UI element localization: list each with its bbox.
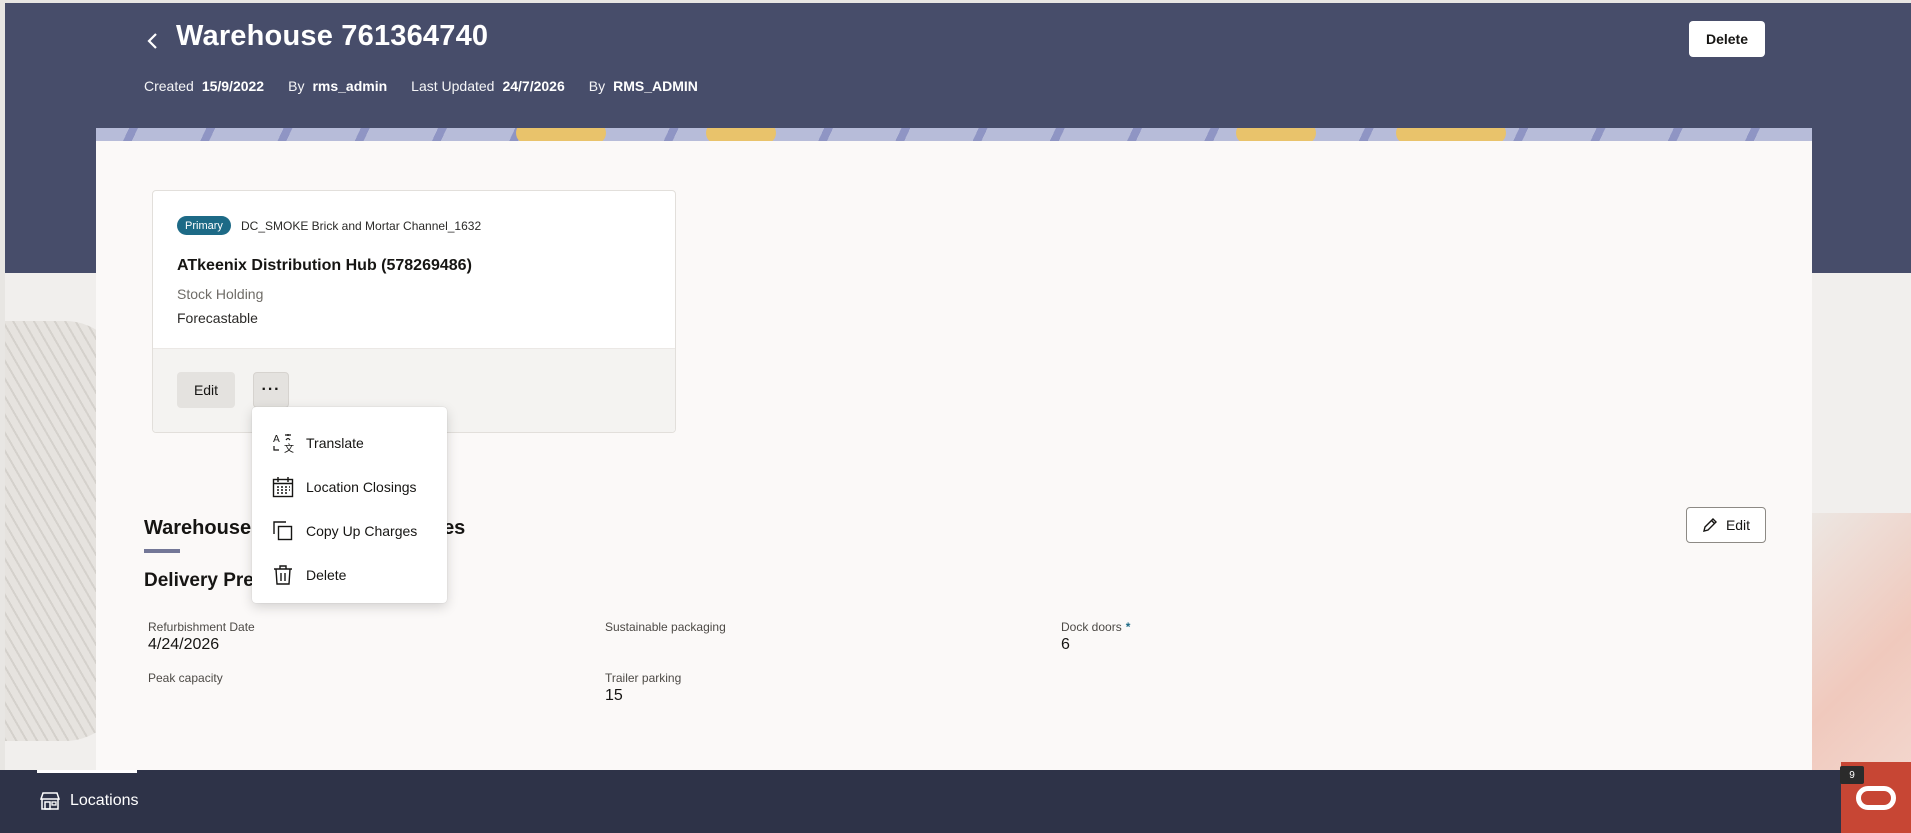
field-dock-doors: Dock doors * 6 — [1061, 620, 1130, 654]
active-tab-indicator — [37, 770, 137, 773]
tab-locations-label: Locations — [70, 792, 139, 809]
section-edit-label: Edit — [1725, 517, 1751, 533]
field-value: 4/24/2026 — [148, 636, 220, 653]
subsection-title: Delivery Pre — [144, 570, 254, 591]
menu-item-label: Delete — [306, 567, 347, 583]
location-name: ATkeenix Distribution Hub (578269486) — [177, 257, 472, 274]
calendar-icon — [272, 476, 294, 498]
created-by-label: By — [288, 78, 305, 94]
store-icon — [40, 792, 60, 810]
field-label: Dock doors * — [1061, 620, 1130, 634]
delete-button[interactable]: Delete — [1689, 21, 1765, 57]
location-type: Stock Holding — [177, 286, 264, 302]
copy-icon — [272, 520, 294, 542]
field-trailer-parking: Trailer parking 15 — [605, 671, 681, 705]
menu-item-label: Location Closings — [306, 479, 417, 495]
menu-item-label: Translate — [306, 435, 364, 451]
trash-icon — [272, 564, 294, 586]
updated-value: 24/7/2026 — [502, 78, 565, 94]
translate-icon: A 文 — [272, 432, 294, 454]
field-peak-capacity: Peak capacity — [148, 671, 223, 687]
forecast-flag: Forecastable — [177, 310, 258, 326]
updated-by-label: By — [588, 78, 606, 94]
tab-locations[interactable]: Locations — [40, 792, 139, 810]
menu-item-delete[interactable]: Delete — [252, 553, 447, 597]
created-by-value: rms_admin — [312, 78, 388, 94]
updated-label: Last Updated — [411, 78, 495, 94]
section-underline — [144, 549, 180, 553]
banner-blob — [1236, 128, 1316, 141]
decorative-texture-right — [1801, 513, 1911, 773]
menu-item-translate[interactable]: A 文 Translate — [252, 421, 447, 465]
field-refurbishment-date: Refurbishment Date 4/24/2026 — [148, 620, 255, 654]
required-indicator: * — [1125, 620, 1131, 634]
field-value: 6 — [1061, 636, 1070, 653]
back-button[interactable] — [140, 26, 166, 56]
banner-blob — [1396, 128, 1506, 141]
pencil-icon — [1702, 518, 1717, 532]
menu-item-label: Copy Up Charges — [306, 523, 418, 539]
actions-menu: A 文 Translate Location Closings Copy Up … — [252, 407, 447, 603]
decorative-banner — [96, 128, 1812, 141]
location-card: Primary DC_SMOKE Brick and Mortar Channe… — [152, 190, 676, 433]
page-title: Warehouse 761364740 — [176, 20, 489, 52]
field-value: 15 — [605, 687, 623, 704]
primary-badge: Primary — [177, 216, 231, 235]
field-label: Refurbishment Date — [148, 620, 255, 634]
banner-blob — [516, 128, 606, 141]
field-label-text: Dock doors — [1061, 620, 1122, 634]
field-label: Trailer parking — [605, 671, 682, 685]
section-title-head: Warehouse — [144, 517, 252, 539]
chevron-left-icon — [147, 33, 157, 49]
updated-by-value: RMS_ADMIN — [613, 78, 698, 94]
card-edit-button[interactable]: Edit — [177, 372, 235, 408]
svg-text:A: A — [273, 434, 280, 445]
field-sustainable-packaging: Sustainable packaging — [605, 620, 726, 636]
notification-count-badge: 9 — [1840, 766, 1864, 784]
banner-blob — [706, 128, 776, 141]
oracle-logo-icon — [1856, 785, 1896, 810]
bottom-navigation-bar: Locations — [0, 770, 1911, 833]
more-actions-button[interactable]: ··· — [253, 372, 289, 408]
record-meta: Created 15/9/2022 By rms_admin Last Upda… — [144, 78, 714, 94]
section-edit-button[interactable]: Edit — [1686, 507, 1766, 543]
field-label: Peak capacity — [148, 671, 223, 685]
menu-item-copy-up-charges[interactable]: Copy Up Charges — [252, 509, 447, 553]
channel-label: DC_SMOKE Brick and Mortar Channel_1632 — [241, 219, 482, 233]
ellipsis-icon: ··· — [261, 381, 281, 398]
created-label: Created — [144, 78, 194, 94]
field-label: Sustainable packaging — [605, 620, 726, 634]
svg-text:文: 文 — [284, 442, 294, 454]
menu-item-location-closings[interactable]: Location Closings — [252, 465, 447, 509]
created-value: 15/9/2022 — [201, 78, 265, 94]
